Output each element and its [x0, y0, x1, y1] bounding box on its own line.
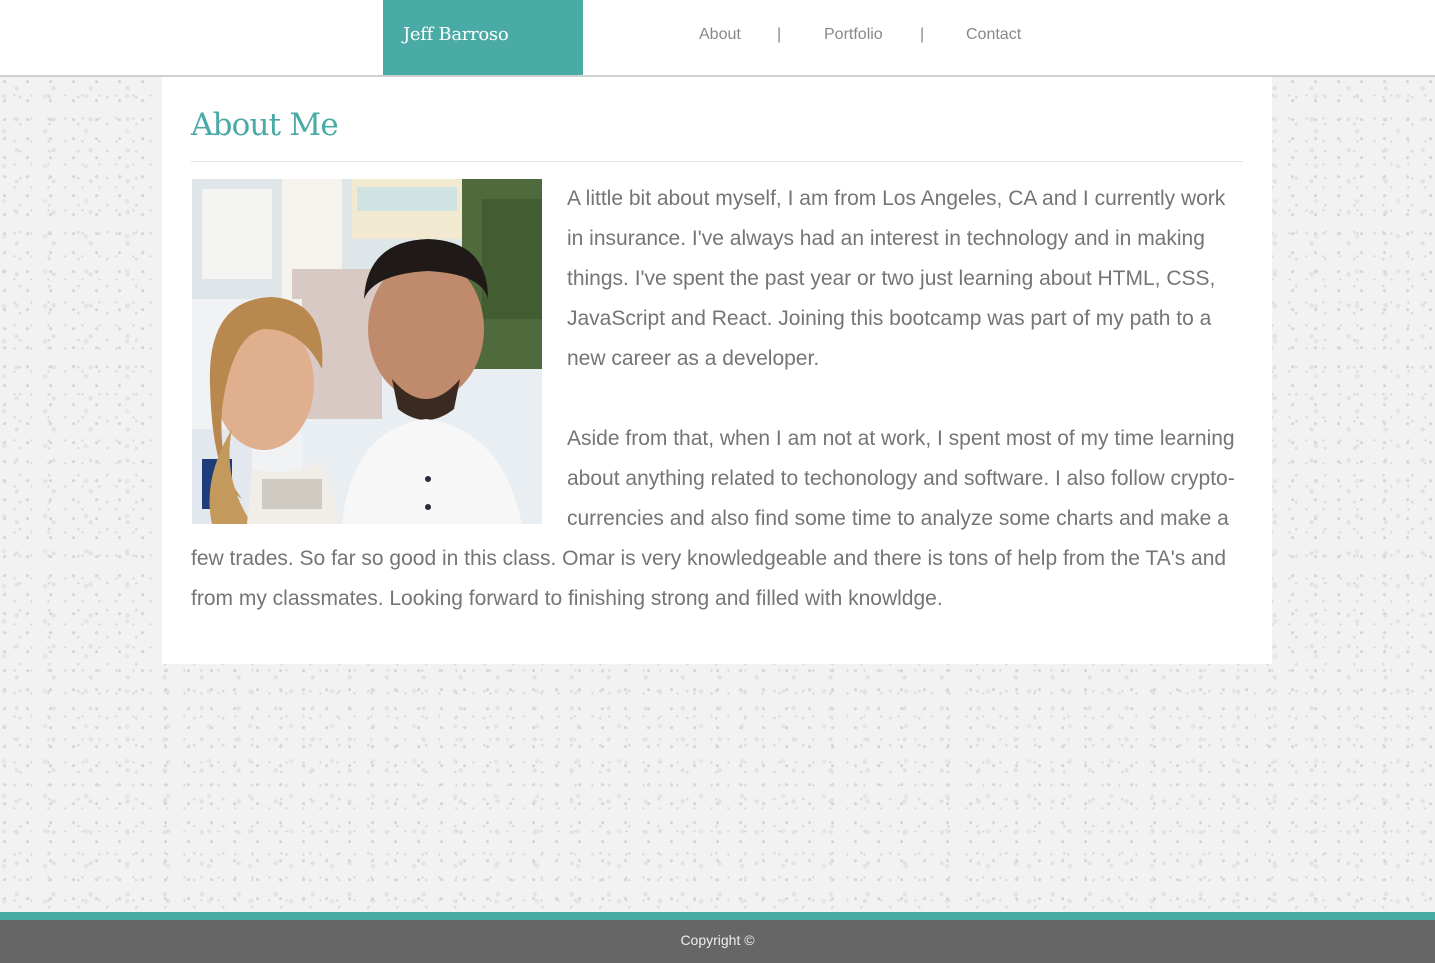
copyright-text: Copyright ©	[680, 932, 755, 948]
title-divider	[191, 161, 1243, 162]
nav-separator: |	[920, 26, 925, 43]
nav-link-portfolio[interactable]: Portfolio	[824, 26, 883, 44]
footer-accent-bar	[0, 912, 1435, 920]
brand-name[interactable]: Jeff Barroso	[403, 24, 509, 45]
profile-photo	[192, 179, 542, 524]
nav-separator: |	[777, 26, 782, 43]
site-header: Jeff Barroso About | Portfolio | Contact	[0, 0, 1435, 77]
site-footer: Copyright ©	[0, 920, 1435, 963]
page-title: About Me	[191, 107, 339, 143]
about-content: A little bit about myself, I am from Los…	[191, 179, 1243, 659]
about-card: About Me A little bit about myself, I am…	[162, 77, 1272, 664]
brand-block[interactable]: Jeff Barroso	[383, 0, 583, 75]
nav-link-about[interactable]: About	[699, 26, 741, 44]
nav-link-contact[interactable]: Contact	[966, 26, 1021, 44]
